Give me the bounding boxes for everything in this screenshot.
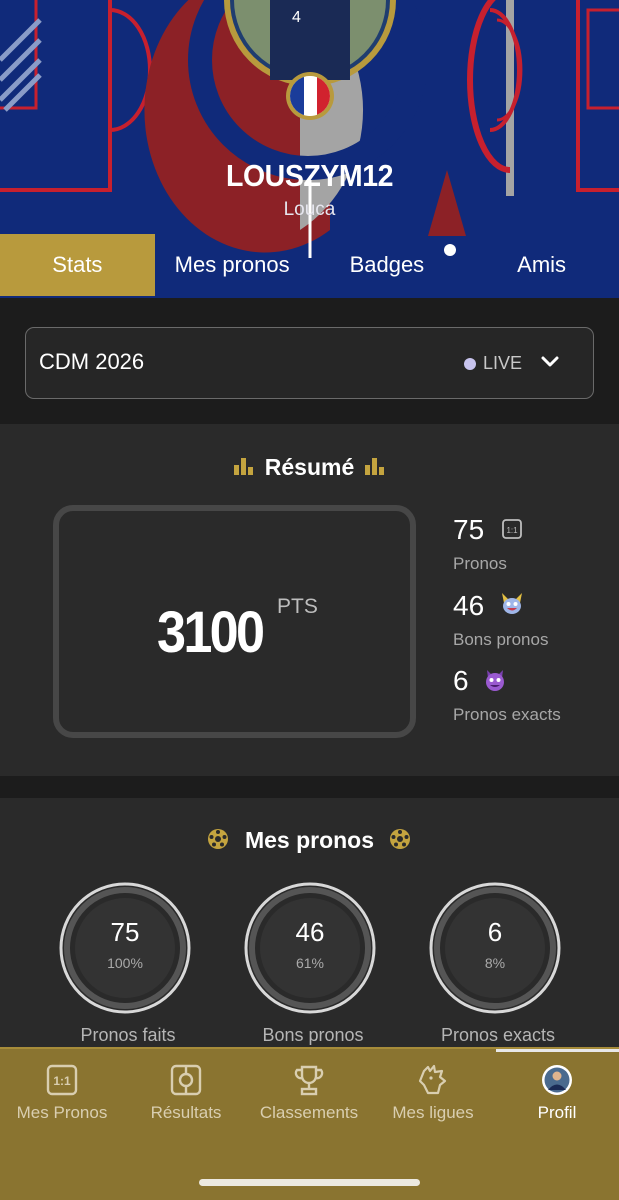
- svg-text:1:1: 1:1: [506, 526, 518, 535]
- competition-selected: CDM 2026: [39, 349, 145, 374]
- nav-label: Mes ligues: [392, 1103, 474, 1122]
- stat-bons-pronos-value: 46: [453, 590, 485, 621]
- active-tab-indicator: [496, 1049, 619, 1052]
- points-value: 3100: [157, 600, 265, 665]
- section-divider: [0, 776, 619, 798]
- nav-mes-pronos[interactable]: 1:1 Mes Pronos: [0, 1063, 124, 1123]
- score-1-1-icon: 1:1: [502, 519, 522, 539]
- tab-badges[interactable]: Badges: [310, 234, 465, 296]
- username: LOUSZYM12: [225, 158, 394, 193]
- nav-label: Classements: [259, 1103, 359, 1122]
- tab-stats[interactable]: Stats: [0, 234, 155, 296]
- nav-label: Profil: [537, 1103, 577, 1122]
- svg-text:4: 4: [292, 9, 301, 26]
- stat-bons-pronos: 46 Bons pronos: [453, 590, 548, 649]
- nav-resultats[interactable]: Résultats: [124, 1063, 248, 1123]
- progress-ring: [59, 882, 191, 1014]
- real-name: Louca: [283, 199, 336, 220]
- tab-mes-pronos[interactable]: Mes pronos: [155, 234, 310, 296]
- nav-profil[interactable]: Profil: [495, 1063, 619, 1123]
- stat-pronos-exacts-label: Pronos exacts: [453, 705, 561, 724]
- ring-percent: 8%: [484, 955, 506, 971]
- nav-label: Mes Pronos: [16, 1103, 108, 1122]
- stat-pronos-label: Pronos: [453, 554, 507, 573]
- mes-pronos-title: Mes pronos: [244, 827, 375, 853]
- mes-pronos-section: Mes pronos 75 100% Pronos faits 46 61% B…: [0, 798, 619, 1048]
- score-1-1-icon: 1:1: [46, 1064, 78, 1096]
- ring-value: 6: [487, 917, 503, 947]
- trophy-icon: [294, 1065, 324, 1096]
- stat-pronos-value: 75: [453, 514, 485, 545]
- ring-value: 75: [110, 917, 140, 947]
- avatar-icon: [542, 1065, 572, 1095]
- live-dot-icon: [464, 358, 476, 370]
- avatar[interactable]: 4: [218, 0, 402, 120]
- profile-tabs: Stats Mes pronos Badges Amis: [0, 234, 619, 296]
- progress-ring: [429, 882, 561, 1014]
- home-indicator: [199, 1179, 420, 1186]
- ring-percent: 100%: [107, 955, 143, 971]
- tab-amis[interactable]: Amis: [464, 234, 619, 296]
- ring-pronos-exacts: 6 8%: [426, 879, 564, 1017]
- stat-pronos-exacts: 6 Pronos exacts: [453, 665, 561, 724]
- nav-mes-ligues[interactable]: Mes ligues: [371, 1063, 495, 1123]
- points-card: 3100 PTS: [53, 505, 416, 738]
- ring-pronos-faits: 75 100%: [56, 879, 194, 1017]
- whistle-icon: [170, 1064, 202, 1096]
- nav-classements[interactable]: Classements: [247, 1063, 371, 1123]
- ring-percent: 61%: [295, 955, 325, 971]
- rooster-icon: [418, 1064, 447, 1095]
- stat-bons-pronos-label: Bons pronos: [453, 630, 549, 649]
- stat-pronos-exacts-value: 6: [453, 665, 469, 696]
- live-status: LIVE: [483, 353, 523, 373]
- nav-label: Résultats: [150, 1103, 222, 1122]
- ring-label: Pronos exacts: [440, 1025, 556, 1045]
- football-icon: [390, 829, 410, 849]
- ring-label: Pronos faits: [80, 1025, 176, 1045]
- chevron-down-icon: [541, 356, 559, 367]
- svg-text:1:1: 1:1: [53, 1074, 71, 1088]
- ring-label: Bons pronos: [262, 1025, 364, 1045]
- competition-dropdown[interactable]: CDM 2026 LIVE: [25, 327, 594, 399]
- points-unit: PTS: [277, 595, 318, 618]
- ring-value: 46: [295, 917, 325, 947]
- resume-section: Résumé 3100 PTS 75 1:1 Pronos 46 Bons pr…: [0, 424, 619, 776]
- progress-ring: [244, 882, 376, 1014]
- bottom-navigation: 1:1 Mes Pronos Résultats Classements Mes…: [0, 1047, 619, 1200]
- bar-chart-icon: [365, 458, 384, 475]
- purple-monster-icon: [486, 670, 504, 691]
- profile-header: 4 LOUSZYM12 Louca Stats Mes pronos Badge…: [0, 0, 619, 298]
- stat-pronos: 75 1:1 Pronos: [453, 514, 522, 573]
- happy-monster-icon: [502, 593, 522, 614]
- ring-bons-pronos: 46 61%: [241, 879, 379, 1017]
- resume-title: Résumé: [264, 454, 355, 480]
